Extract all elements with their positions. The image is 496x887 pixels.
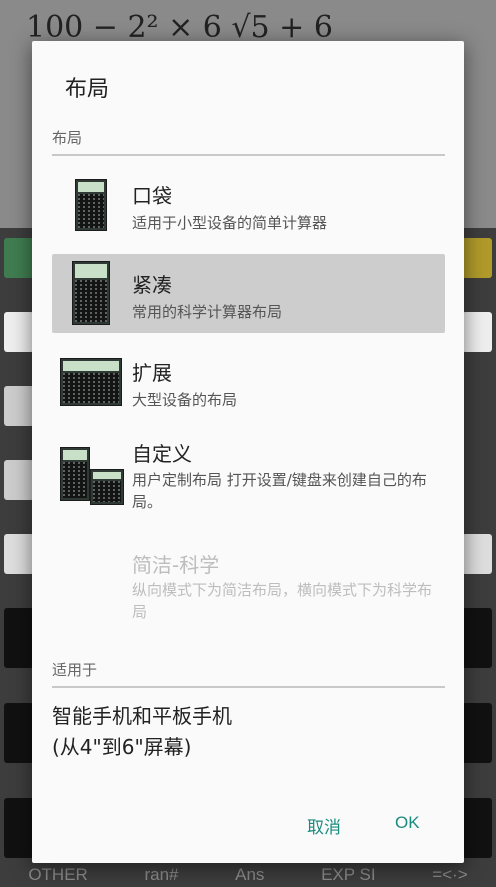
- keypad-key: [462, 798, 492, 858]
- pocket-calculator-thumbnail: [75, 179, 107, 231]
- ok-button[interactable]: OK: [395, 813, 420, 833]
- option-description: 纵向模式下为简洁布局，横向模式下为科学布局: [132, 581, 433, 621]
- option-description: 大型设备的布局: [132, 391, 238, 409]
- section-divider: [52, 154, 445, 156]
- layout-dialog: 布局 布局 口袋 适用于小型设备的简单计算器 紧凑 常用的科学计算器布局 扩展 …: [32, 41, 464, 863]
- layout-option-custom[interactable]: 自定义 用户定制布局 打开设置/键盘来创建自己的布局。: [52, 429, 445, 529]
- keypad-key: [4, 312, 34, 352]
- layout-option-extended[interactable]: 扩展 大型设备的布局: [52, 344, 445, 418]
- layout-section-label: 布局: [52, 129, 83, 147]
- keypad-key: [462, 238, 492, 278]
- option-title: 扩展: [132, 361, 172, 385]
- bottom-key: =<·>: [432, 864, 468, 884]
- bottom-key: OTHER: [28, 864, 88, 884]
- option-description: 适用于小型设备的简单计算器: [132, 214, 328, 232]
- expression-text: 100 − 2² × 6 √5 + 6: [26, 10, 333, 45]
- keypad-key: [4, 608, 34, 668]
- bottom-key: Ans: [235, 864, 265, 884]
- cancel-button[interactable]: 取消: [307, 813, 341, 838]
- keypad-key: [4, 703, 34, 763]
- custom-calculator-thumbnail: [90, 469, 124, 505]
- compact-calculator-thumbnail: [72, 261, 110, 325]
- bottom-key: ran#: [144, 864, 179, 884]
- keypad-key: [4, 386, 34, 426]
- keypad-key: [4, 238, 34, 278]
- keypad-key: [4, 798, 34, 858]
- keypad-key: [462, 534, 492, 574]
- applies-to-line: 智能手机和平板手机: [52, 704, 232, 728]
- keypad-key: [462, 312, 492, 352]
- applies-to-text: 智能手机和平板手机 (从4"到6"屏幕): [52, 701, 232, 763]
- option-title: 口袋: [132, 184, 172, 208]
- layout-option-pocket[interactable]: 口袋 适用于小型设备的简单计算器: [52, 169, 445, 243]
- layout-option-compact[interactable]: 紧凑 常用的科学计算器布局: [52, 254, 445, 333]
- dialog-title: 布局: [65, 77, 110, 102]
- option-title: 自定义: [132, 442, 192, 466]
- custom-calculator-thumbnail: [60, 447, 90, 501]
- option-description: 用户定制布局 打开设置/键盘来创建自己的布局。: [132, 471, 427, 511]
- option-title: 简洁-科学: [132, 553, 220, 577]
- bottom-key-row: OTHER ran# Ans EXP SI =<·>: [0, 862, 496, 887]
- applies-section-label: 适用于: [52, 661, 98, 679]
- keypad-key: [4, 534, 34, 574]
- keypad-key: [4, 460, 34, 500]
- keypad-key: [462, 703, 492, 763]
- keypad-key: [462, 608, 492, 668]
- option-description: 常用的科学计算器布局: [132, 303, 283, 321]
- layout-option-simple-scientific: 简洁-科学 纵向模式下为简洁布局，横向模式下为科学布局: [52, 539, 445, 635]
- section-divider: [52, 686, 445, 688]
- option-title: 紧凑: [132, 273, 172, 297]
- applies-to-line: (从4"到6"屏幕): [52, 735, 192, 759]
- extended-calculator-thumbnail: [60, 358, 122, 406]
- bottom-key: EXP SI: [321, 864, 376, 884]
